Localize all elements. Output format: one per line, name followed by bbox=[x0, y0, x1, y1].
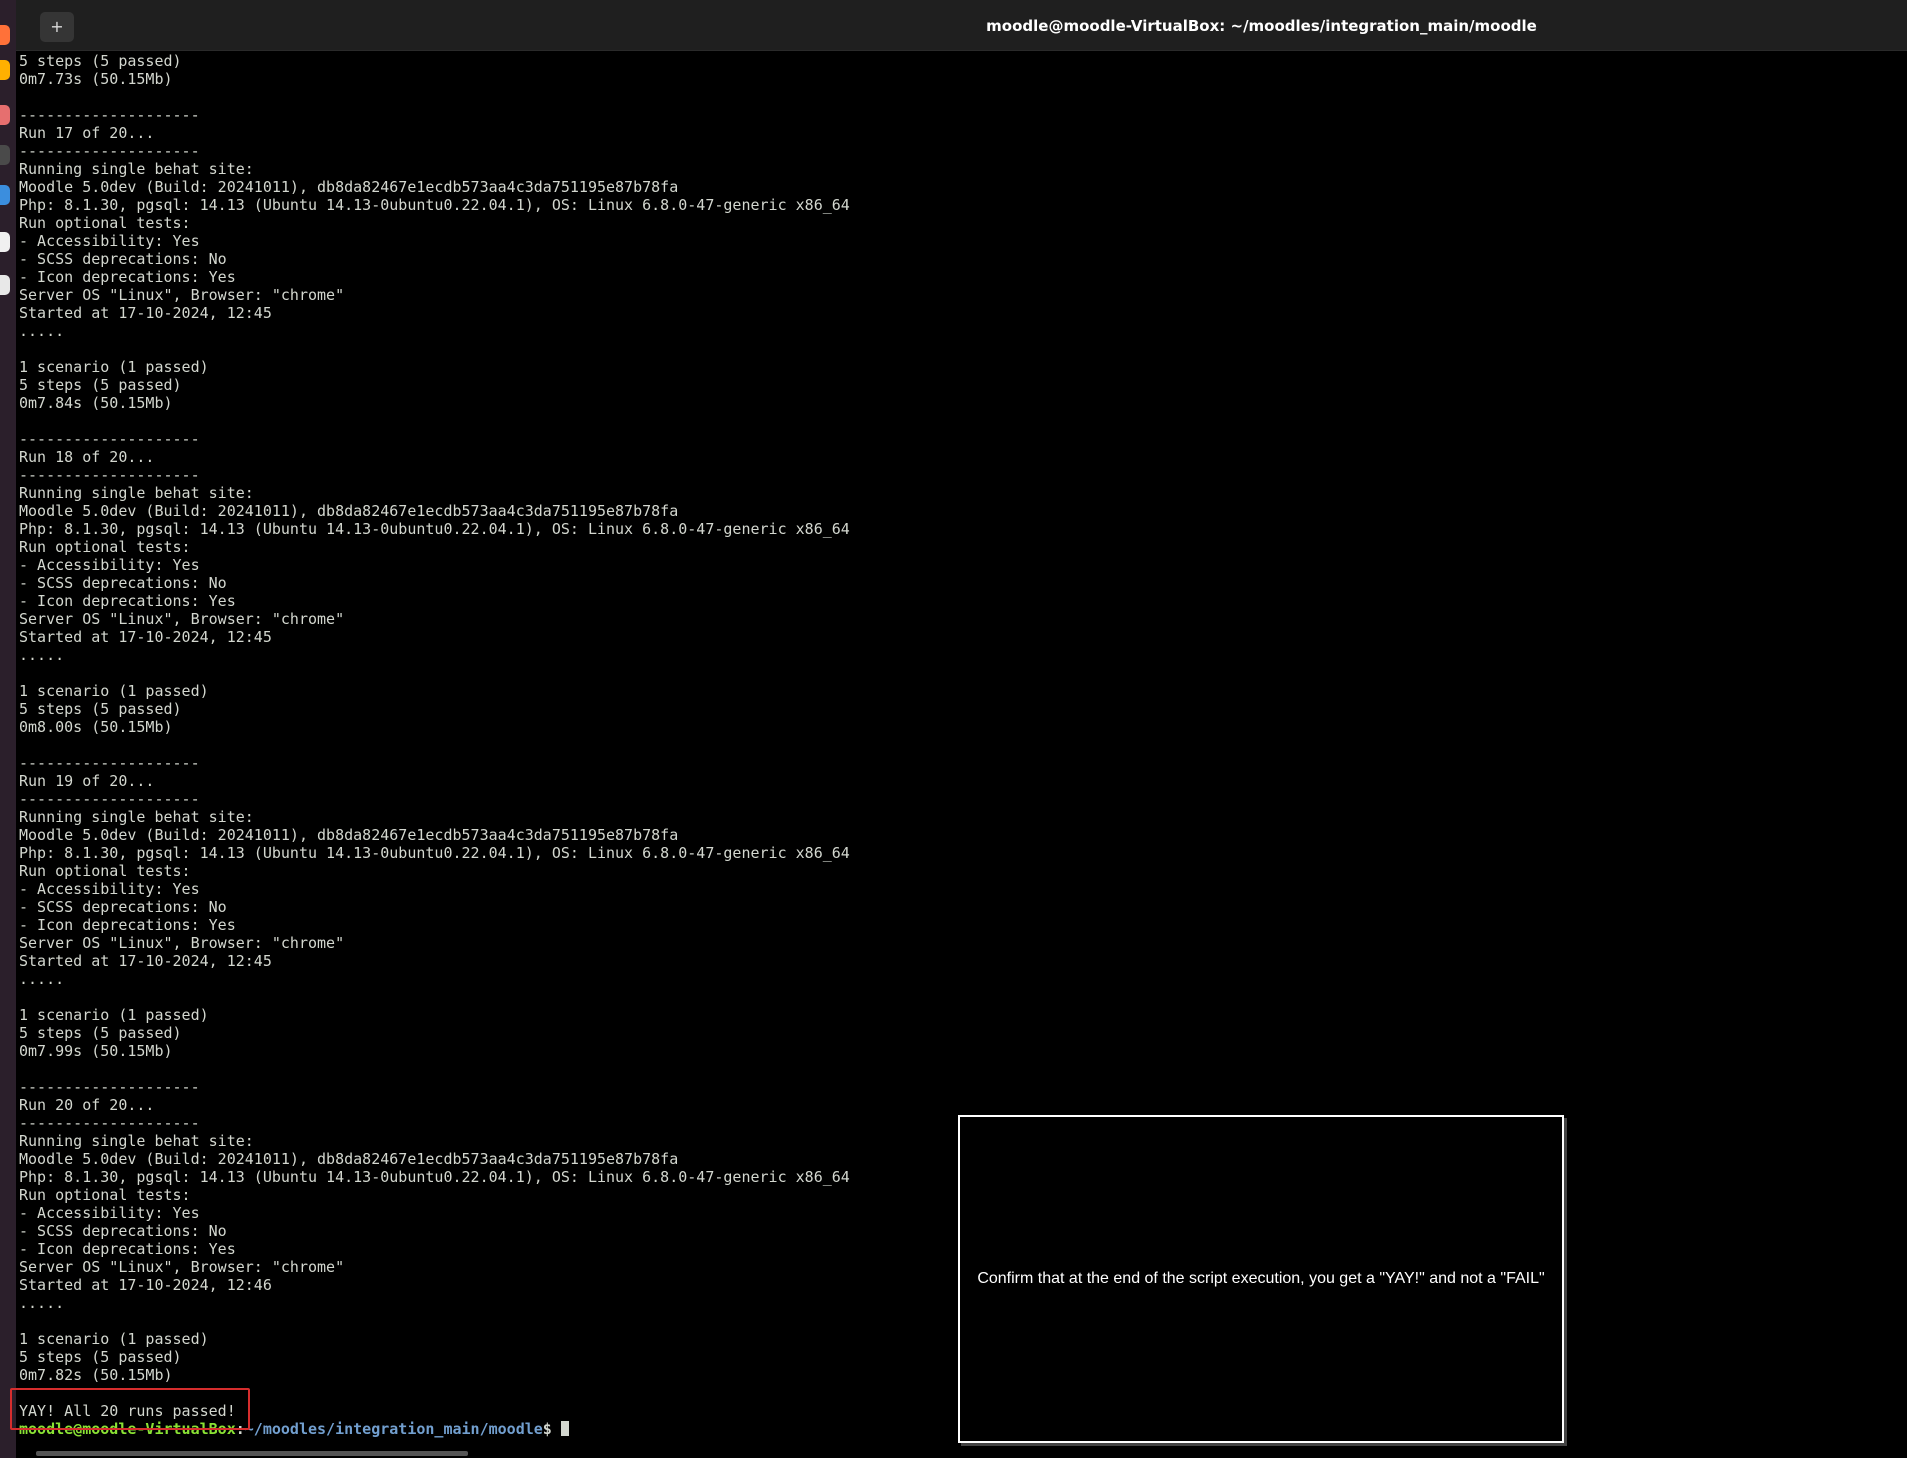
terminal-line: -------------------- bbox=[19, 466, 200, 484]
terminal-line: ..... bbox=[19, 646, 65, 664]
terminal-line: 0m7.73s (50.15Mb) bbox=[19, 70, 173, 88]
window-title: moodle@moodle-VirtualBox: ~/moodles/inte… bbox=[986, 17, 1537, 35]
terminal-line: 0m7.84s (50.15Mb) bbox=[19, 394, 173, 412]
instruction-callout: Confirm that at the end of the script ex… bbox=[958, 1115, 1564, 1443]
terminal-line: Run 18 of 20... bbox=[19, 448, 155, 466]
terminal-line: 5 steps (5 passed) bbox=[19, 1024, 182, 1042]
terminal-line: - Icon deprecations: Yes bbox=[19, 592, 236, 610]
terminal-line: Server OS "Linux", Browser: "chrome" bbox=[19, 610, 345, 628]
files-icon[interactable] bbox=[0, 105, 10, 125]
terminal-line: Moodle 5.0dev (Build: 20241011), db8da82… bbox=[19, 178, 679, 196]
terminal-line: Started at 17-10-2024, 12:45 bbox=[19, 304, 272, 322]
terminal-line: Run 19 of 20... bbox=[19, 772, 155, 790]
terminal-line: Running single behat site: bbox=[19, 808, 254, 826]
terminal-line: - Accessibility: Yes bbox=[19, 880, 200, 898]
terminal-line: Moodle 5.0dev (Build: 20241011), db8da82… bbox=[19, 502, 679, 520]
terminal-line: Run optional tests: bbox=[19, 862, 191, 880]
dock bbox=[0, 0, 16, 1458]
horizontal-scrollbar[interactable] bbox=[36, 1451, 468, 1456]
terminal-line: Running single behat site: bbox=[19, 160, 254, 178]
software-icon[interactable] bbox=[0, 275, 10, 295]
terminal-line: 0m8.00s (50.15Mb) bbox=[19, 718, 173, 736]
terminal-line: Server OS "Linux", Browser: "chrome" bbox=[19, 934, 345, 952]
terminal-line: Running single behat site: bbox=[19, 484, 254, 502]
cursor bbox=[560, 1421, 569, 1436]
callout-text: Confirm that at the end of the script ex… bbox=[977, 1270, 1545, 1287]
prompt-sign: $ bbox=[542, 1420, 561, 1438]
thunderbird-icon[interactable] bbox=[0, 60, 10, 80]
terminal-line: 5 steps (5 passed) bbox=[19, 52, 182, 70]
terminal-icon[interactable] bbox=[0, 145, 10, 165]
terminal-line: Php: 8.1.30, pgsql: 14.13 (Ubuntu 14.13-… bbox=[19, 196, 850, 214]
terminal-line: -------------------- bbox=[19, 430, 200, 448]
terminal-line: ..... bbox=[19, 322, 65, 340]
terminal-line: Run 20 of 20... bbox=[19, 1096, 155, 1114]
terminal-titlebar[interactable]: + moodle@moodle-VirtualBox: ~/moodles/in… bbox=[16, 0, 1907, 51]
terminal-line: - SCSS deprecations: No bbox=[19, 898, 227, 916]
terminal-line: Php: 8.1.30, pgsql: 14.13 (Ubuntu 14.13-… bbox=[19, 520, 850, 538]
terminal-line: ..... bbox=[19, 970, 65, 988]
terminal-line: -------------------- bbox=[19, 754, 200, 772]
terminal-line: Moodle 5.0dev (Build: 20241011), db8da82… bbox=[19, 826, 679, 844]
terminal-line: 5 steps (5 passed) bbox=[19, 700, 182, 718]
terminal-line: - Icon deprecations: Yes bbox=[19, 268, 236, 286]
terminal-line: - Accessibility: Yes bbox=[19, 232, 200, 250]
prompt-path: ~/moodles/integration_main/moodle bbox=[244, 1420, 543, 1438]
help-icon[interactable] bbox=[0, 185, 10, 205]
terminal-line: -------------------- bbox=[19, 106, 200, 124]
firefox-icon[interactable] bbox=[0, 25, 10, 45]
terminal-line: - SCSS deprecations: No bbox=[19, 250, 227, 268]
terminal-line: Run optional tests: bbox=[19, 214, 191, 232]
desktop-screen: + moodle@moodle-VirtualBox: ~/moodles/in… bbox=[0, 0, 1907, 1458]
terminal-line: 0m7.99s (50.15Mb) bbox=[19, 1042, 173, 1060]
terminal-line: 5 steps (5 passed) bbox=[19, 376, 182, 394]
terminal-line: Run 17 of 20... bbox=[19, 124, 155, 142]
terminal-line: Php: 8.1.30, pgsql: 14.13 (Ubuntu 14.13-… bbox=[19, 844, 850, 862]
terminal-line: -------------------- bbox=[19, 142, 200, 160]
terminal-line: 1 scenario (1 passed) bbox=[19, 358, 209, 376]
terminal-line: Server OS "Linux", Browser: "chrome" bbox=[19, 286, 345, 304]
yay-highlight-box bbox=[10, 1388, 250, 1430]
text-editor-icon[interactable] bbox=[0, 232, 10, 252]
terminal-line: - SCSS deprecations: No bbox=[19, 574, 227, 592]
terminal-line: 1 scenario (1 passed) bbox=[19, 682, 209, 700]
terminal-line: 1 scenario (1 passed) bbox=[19, 1006, 209, 1024]
terminal-line: - Accessibility: Yes bbox=[19, 556, 200, 574]
terminal-line: - Icon deprecations: Yes bbox=[19, 916, 236, 934]
terminal-line: -------------------- bbox=[19, 1078, 200, 1096]
terminal-line: Started at 17-10-2024, 12:45 bbox=[19, 628, 272, 646]
terminal-line: -------------------- bbox=[19, 790, 200, 808]
terminal-line: Started at 17-10-2024, 12:45 bbox=[19, 952, 272, 970]
terminal-line: Run optional tests: bbox=[19, 538, 191, 556]
